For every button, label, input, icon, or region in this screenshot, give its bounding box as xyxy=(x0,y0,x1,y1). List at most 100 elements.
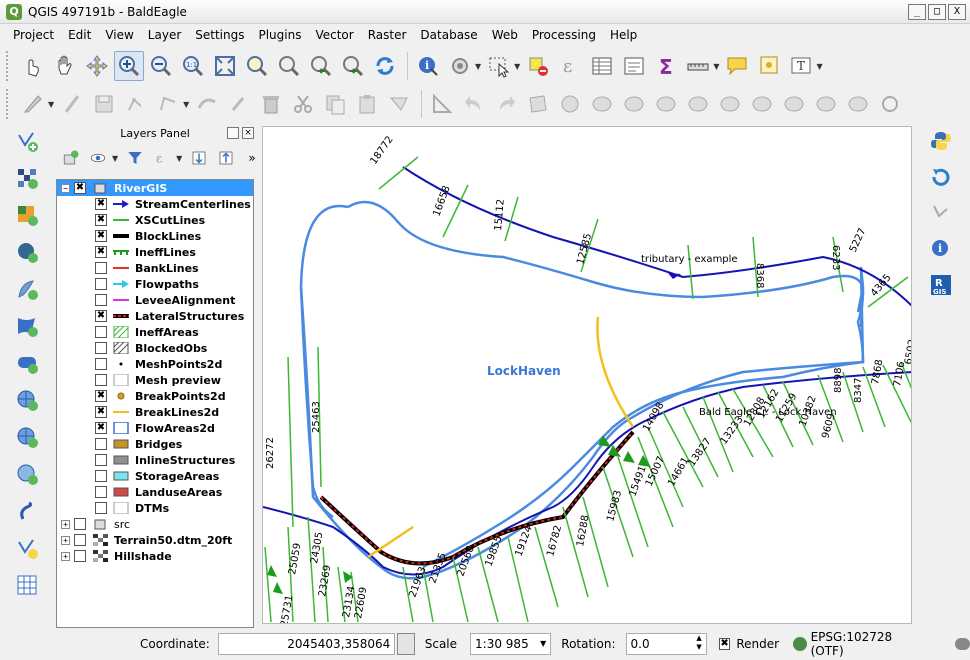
add-group-icon[interactable] xyxy=(60,147,82,169)
minimize-button[interactable]: _ xyxy=(908,4,926,20)
edit-pencil-icon[interactable] xyxy=(224,89,254,119)
layer-row[interactable]: StorageAreas xyxy=(57,468,253,484)
layer-row[interactable]: IneffAreas xyxy=(57,324,253,340)
close-button[interactable]: X xyxy=(948,4,966,20)
select-by-expression-icon[interactable]: ε xyxy=(555,51,585,81)
collapse-all-icon[interactable] xyxy=(215,147,237,169)
add-delimited-text-icon[interactable] xyxy=(12,496,42,526)
zoom-to-layer-icon[interactable] xyxy=(274,51,304,81)
node-editor-icon[interactable] xyxy=(384,89,414,119)
expand-all-icon[interactable] xyxy=(188,147,210,169)
chevron-down-icon[interactable]: ▼ xyxy=(713,62,719,71)
expand-toggle-icon[interactable]: + xyxy=(61,535,70,545)
run-feature-action-icon[interactable] xyxy=(445,51,475,81)
menu-help[interactable]: Help xyxy=(603,25,644,45)
delete-ring-icon[interactable] xyxy=(619,89,649,119)
add-part-icon[interactable] xyxy=(555,89,585,119)
layer-row[interactable]: ✖ BlockLines xyxy=(57,228,253,244)
layer-row[interactable]: ✖ StreamCenterlines xyxy=(57,196,253,212)
split-parts-icon[interactable] xyxy=(811,89,841,119)
chevron-down-icon[interactable]: ▼ xyxy=(183,100,189,109)
layer-row[interactable]: DTMs xyxy=(57,500,253,516)
add-spatialite-layer-icon[interactable] xyxy=(12,274,42,304)
offset-curve-icon[interactable] xyxy=(715,89,745,119)
menu-vector[interactable]: Vector xyxy=(308,25,360,45)
toolbar-grip[interactable] xyxy=(6,89,12,119)
layer-visibility-checkbox[interactable] xyxy=(74,550,86,562)
add-vector-layer-icon[interactable] xyxy=(12,126,42,156)
menu-processing[interactable]: Processing xyxy=(525,25,603,45)
add-wms-layer-icon[interactable] xyxy=(12,385,42,415)
crs-label[interactable]: EPSG:102728 (OTF) xyxy=(811,630,925,658)
menu-settings[interactable]: Settings xyxy=(188,25,251,45)
add-wcs-layer-icon[interactable] xyxy=(12,200,42,230)
layer-visibility-checkbox[interactable] xyxy=(95,486,107,498)
layer-visibility-checkbox[interactable]: ✖ xyxy=(95,422,107,434)
layer-visibility-checkbox[interactable] xyxy=(74,534,86,546)
spin-arrows-icon[interactable]: ▲ ▼ xyxy=(696,634,701,654)
menu-database[interactable]: Database xyxy=(413,25,484,45)
statistical-summary-icon[interactable]: Σ xyxy=(651,51,681,81)
add-postgis-layer-icon[interactable] xyxy=(12,237,42,267)
collapse-toggle-icon[interactable]: − xyxy=(61,183,70,193)
reload-plugin-icon[interactable] xyxy=(926,162,956,192)
menu-plugins[interactable]: Plugins xyxy=(251,25,308,45)
layer-row[interactable]: Mesh preview xyxy=(57,372,253,388)
scale-combo[interactable]: 1:30 985 ▼ xyxy=(470,633,552,655)
layer-visibility-checkbox[interactable]: ✖ xyxy=(95,198,107,210)
delete-part-icon[interactable] xyxy=(651,89,681,119)
digitize-angle-icon[interactable] xyxy=(427,89,457,119)
layer-row[interactable]: ✖ XSCutLines xyxy=(57,212,253,228)
zoom-full-icon[interactable] xyxy=(210,51,240,81)
toggle-editing-icon[interactable] xyxy=(57,89,87,119)
menu-web[interactable]: Web xyxy=(485,25,525,45)
save-edits-icon[interactable] xyxy=(89,89,119,119)
layer-visibility-checkbox[interactable] xyxy=(95,342,107,354)
layer-visibility-checkbox[interactable] xyxy=(95,294,107,306)
attribute-table-icon[interactable] xyxy=(587,51,617,81)
coordinate-field[interactable]: 2045403,358064 xyxy=(217,633,396,655)
move-feature-icon[interactable] xyxy=(153,89,183,119)
add-wfs-layer-icon[interactable] xyxy=(12,422,42,452)
toolbar-grip[interactable] xyxy=(6,51,12,81)
layer-visibility-checkbox[interactable] xyxy=(95,454,107,466)
layer-visibility-checkbox[interactable]: ✖ xyxy=(95,246,107,258)
layer-visibility-checkbox[interactable] xyxy=(74,518,86,530)
chevron-down-icon[interactable]: ▼ xyxy=(176,154,182,163)
rivergis-icon[interactable]: R GIS xyxy=(926,270,956,300)
measure-line-icon[interactable] xyxy=(683,51,713,81)
pan-map-icon[interactable] xyxy=(50,51,80,81)
more-tools-icon[interactable]: » xyxy=(248,151,255,165)
add-mssql-layer-icon[interactable] xyxy=(12,311,42,341)
add-oracle-layer-icon[interactable] xyxy=(12,348,42,378)
select-features-icon[interactable] xyxy=(484,51,514,81)
simplify-icon[interactable] xyxy=(747,89,777,119)
layer-row[interactable]: + Terrain50.dtm_20ft xyxy=(57,532,253,548)
chevron-down-icon[interactable]: ▼ xyxy=(48,100,54,109)
zoom-last-icon[interactable] xyxy=(306,51,336,81)
layer-visibility-checkbox[interactable] xyxy=(95,470,107,482)
current-edits-icon[interactable] xyxy=(18,89,48,119)
zoom-to-selection-icon[interactable] xyxy=(242,51,272,81)
layer-row[interactable]: ✖ BreakPoints2d xyxy=(57,388,253,404)
python-console-icon[interactable] xyxy=(926,126,956,156)
merge-features-icon[interactable] xyxy=(843,89,873,119)
menu-view[interactable]: View xyxy=(98,25,140,45)
copy-features-icon[interactable] xyxy=(320,89,350,119)
layer-row[interactable]: LanduseAreas xyxy=(57,484,253,500)
map-canvas[interactable]: 18772 16658 15112 12585 8368 6233 5227 4365 2546… xyxy=(262,126,912,624)
zoom-actual-size-icon[interactable]: 1:1 xyxy=(178,51,208,81)
menu-layer[interactable]: Layer xyxy=(141,25,188,45)
reshape-icon[interactable] xyxy=(683,89,713,119)
zoom-next-icon[interactable] xyxy=(338,51,368,81)
layer-visibility-checkbox[interactable] xyxy=(95,358,107,370)
pan-to-selection-icon[interactable] xyxy=(82,51,112,81)
layer-row[interactable]: BlockedObs xyxy=(57,340,253,356)
layer-visibility-checkbox[interactable] xyxy=(95,262,107,274)
chevron-down-icon[interactable]: ▼ xyxy=(112,154,118,163)
new-shapefile-icon[interactable] xyxy=(12,533,42,563)
delete-selected-icon[interactable] xyxy=(256,89,286,119)
layer-row[interactable]: − ✖ RiverGIS xyxy=(57,180,253,196)
layer-visibility-checkbox[interactable] xyxy=(95,278,107,290)
field-calculator-icon[interactable] xyxy=(619,51,649,81)
